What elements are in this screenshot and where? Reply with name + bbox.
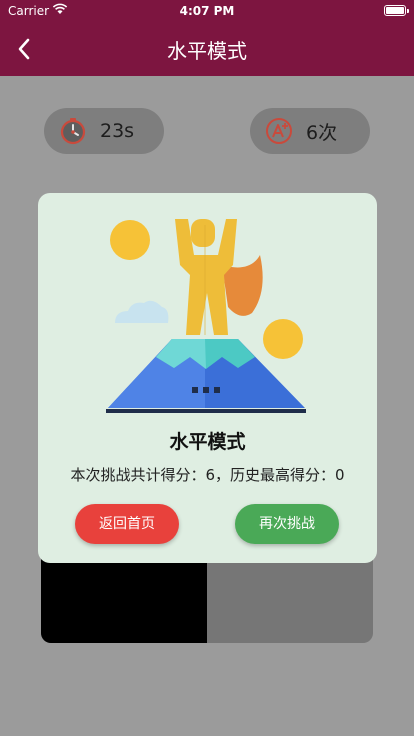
score-summary: 本次挑战共计得分：6，历史最高得分：0: [70, 466, 345, 484]
dialog-title: 水平模式: [169, 431, 246, 453]
battery-icon: [384, 5, 409, 16]
page-title: 水平模式: [167, 39, 247, 63]
return-home-button[interactable]: 返回首页: [75, 504, 179, 544]
grade-a-plus-icon: [266, 118, 292, 144]
retry-button[interactable]: 再次挑战: [235, 504, 339, 544]
count-value: 6次: [306, 121, 338, 144]
result-dialog: 水平模式 本次挑战共计得分：6，历史最高得分：0 返回首页 再次挑战: [38, 193, 377, 563]
nav-bar: 水平模式: [0, 22, 414, 76]
status-bar: Carrier 4:07 PM: [0, 0, 414, 22]
time-value: 23s: [100, 120, 135, 142]
timer-pill: 23s: [44, 108, 164, 154]
count-pill: 6次: [250, 108, 370, 154]
mountain-hero-icon: [106, 219, 306, 413]
top-bar: Carrier 4:07 PM 水平模式: [0, 0, 414, 76]
status-time: 4:07 PM: [179, 4, 235, 18]
stopwatch-icon: [60, 118, 86, 145]
